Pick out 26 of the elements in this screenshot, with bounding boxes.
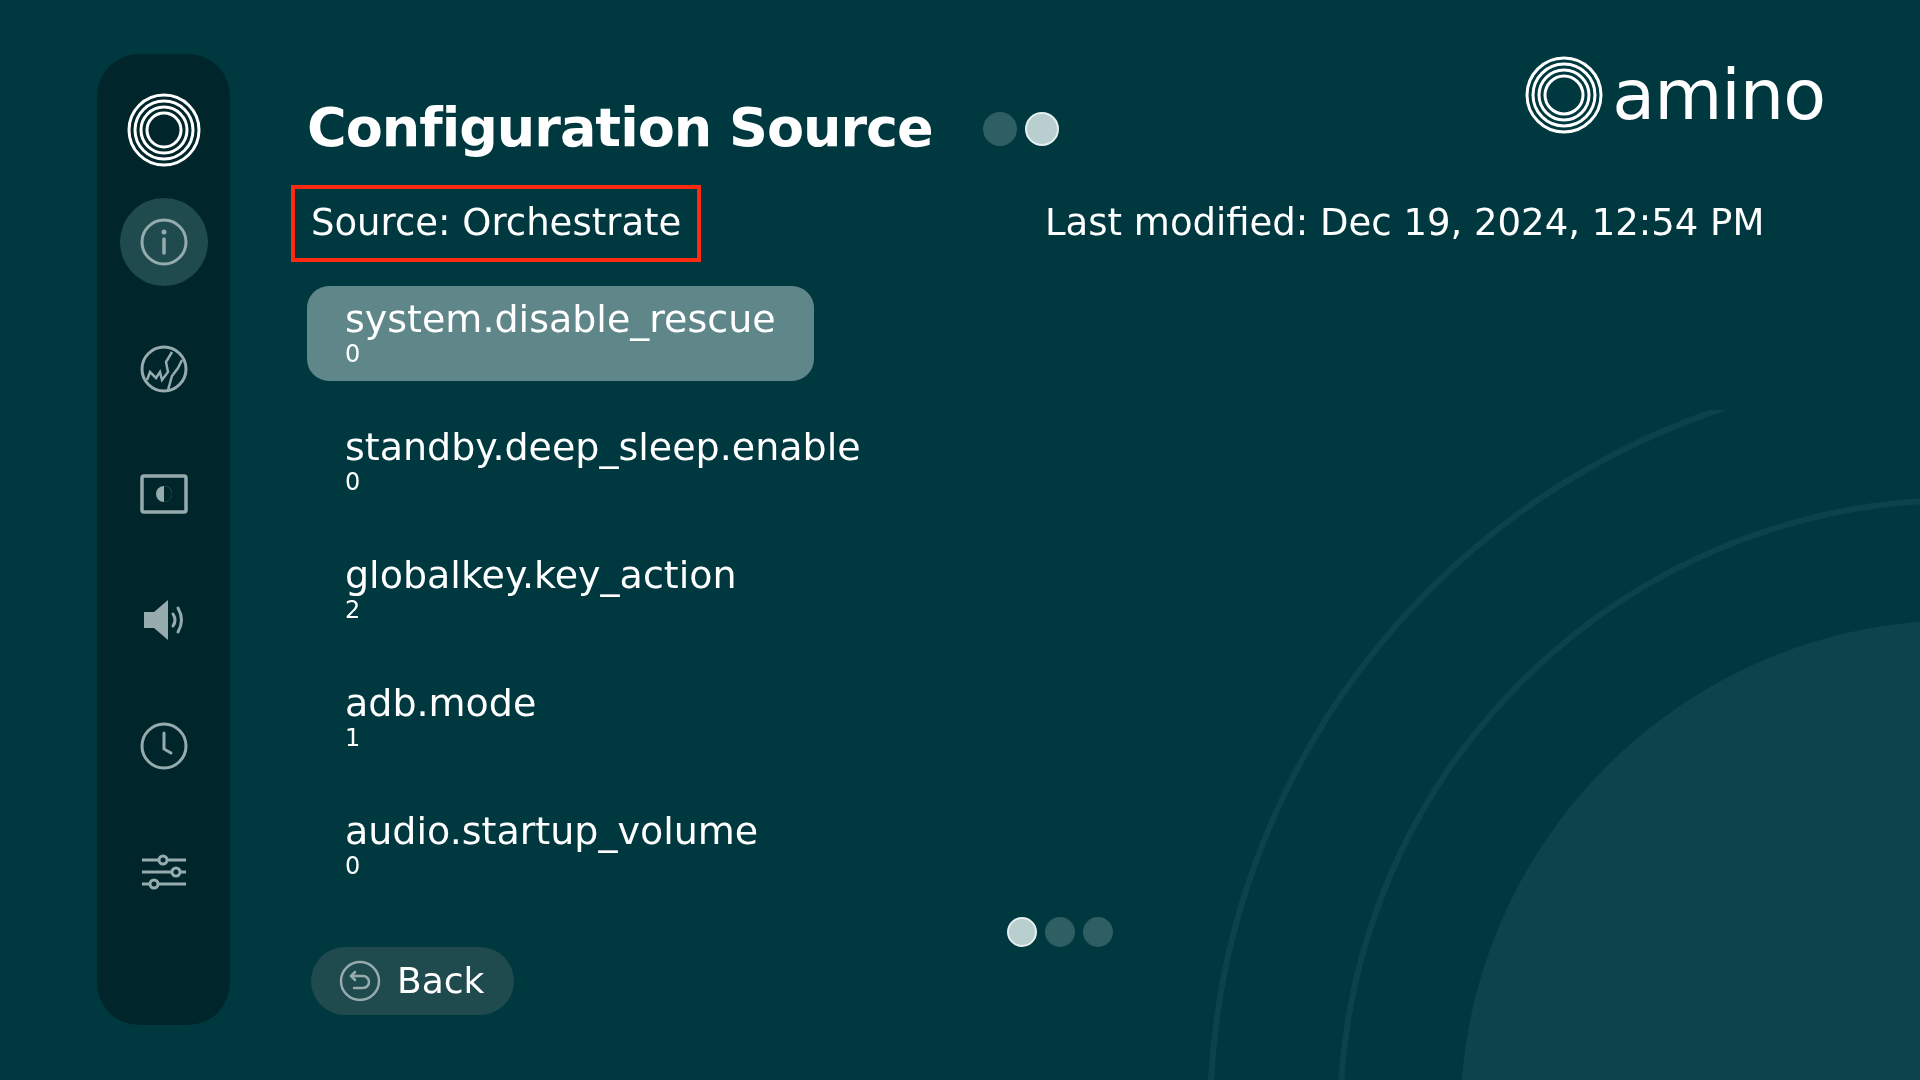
setting-name: system.disable_rescue — [345, 299, 776, 341]
logo-icon — [125, 92, 202, 168]
setting-item[interactable]: system.disable_rescue 0 — [307, 285, 814, 381]
setting-value: 1 — [345, 725, 362, 752]
last-modified-text: Last modified: Dec 19, 2024, 12:54 PM — [1045, 201, 1765, 246]
setting-item[interactable]: adb.mode 1 — [307, 669, 575, 765]
setting-name: adb.mode — [345, 683, 537, 725]
logo-icon — [1524, 55, 1605, 135]
back-icon — [339, 959, 381, 1002]
page-dot[interactable] — [1045, 916, 1075, 947]
setting-item[interactable]: globalkey.key_action 2 — [307, 541, 775, 637]
setting-value: 0 — [345, 469, 361, 496]
setting-value: 0 — [345, 341, 361, 368]
source-label: Source: Orchestrate — [291, 185, 702, 262]
page-title: Configuration Source — [307, 98, 933, 158]
logo-text: amino — [1612, 60, 1825, 130]
setting-value: 0 — [345, 853, 361, 880]
setting-value: 2 — [345, 597, 361, 624]
setting-name: globalkey.key_action — [345, 555, 737, 597]
step-dot[interactable] — [982, 112, 1017, 146]
back-button[interactable]: Back — [311, 946, 515, 1015]
setting-name: audio.startup_volume — [345, 811, 759, 853]
setting-item[interactable]: audio.startup_volume 0 — [307, 797, 797, 893]
setting-name: standby.deep_sleep.enable — [345, 427, 861, 469]
setting-item[interactable]: standby.deep_sleep.enable 0 — [307, 413, 899, 509]
page-dot[interactable] — [1083, 916, 1113, 947]
